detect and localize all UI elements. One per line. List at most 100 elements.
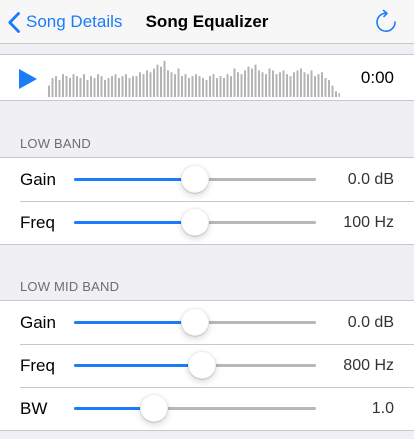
row-label: BW [20, 399, 48, 418]
waveform-bar [153, 68, 155, 97]
waveform-bar [167, 70, 169, 97]
waveform-bar [121, 76, 124, 97]
slider-thumb[interactable] [181, 208, 209, 236]
low-band-gain-slider[interactable] [74, 158, 316, 201]
waveform-bar [335, 91, 337, 97]
row-value: 100 Hz [343, 214, 394, 231]
waveform-bar [69, 78, 71, 97]
back-button-label: Song Details [26, 12, 123, 31]
waveform-bar [62, 74, 64, 97]
waveform-bar [233, 68, 236, 97]
waveform-bar [188, 78, 190, 97]
waveform-bar [125, 74, 127, 97]
waveform-bar [79, 78, 82, 97]
waveform-bar [209, 76, 211, 97]
waveform-bar [261, 72, 264, 97]
waveform-bar [149, 72, 152, 97]
waveform-bar [195, 74, 197, 97]
waveform-bar [100, 76, 103, 97]
low-mid-band-bw-slider[interactable] [74, 387, 316, 430]
slider-fill [74, 178, 195, 181]
waveform-bar [111, 76, 113, 97]
waveform-bar [212, 74, 215, 97]
waveform-bar [300, 68, 302, 97]
waveform-bar [321, 72, 323, 97]
waveform-bar [230, 76, 232, 97]
waveform-bar [254, 64, 257, 97]
waveform-bar [240, 74, 243, 97]
slider-thumb[interactable] [139, 394, 168, 422]
row-label: Gain [20, 313, 56, 332]
low-band-freq-slider[interactable] [74, 201, 316, 244]
waveform-bar [317, 74, 320, 97]
waveform-bar [51, 78, 54, 97]
waveform-bar [226, 74, 229, 97]
section-header-low-mid-band: LOW MID BAND [20, 279, 120, 294]
waveform-bar [258, 70, 260, 97]
waveform-bar [296, 70, 299, 97]
waveform-bar [191, 76, 194, 97]
waveform-bar [104, 79, 106, 97]
waveform-bar [237, 72, 239, 97]
slider-fill [74, 364, 203, 367]
waveform-bar [163, 60, 166, 97]
row-label: Freq [20, 213, 55, 232]
waveform-bar [76, 76, 78, 97]
waveform-bar [247, 66, 250, 97]
waveform-bar [314, 76, 316, 97]
waveform-bar [282, 70, 285, 97]
waveform-bar [205, 79, 208, 97]
waveform-bar [174, 74, 176, 97]
waveform-bar [272, 70, 274, 97]
low-mid-band-bw-row: BW 1.0 [0, 387, 414, 430]
waveform-bar [303, 72, 306, 97]
chevron-left-icon [8, 11, 20, 33]
waveform-bar [65, 76, 68, 97]
waveform-bar [118, 78, 120, 97]
low-mid-band-group: Gain 0.0 dB Freq 800 Hz BW 1.0 [0, 300, 414, 431]
waveform-bar [114, 74, 117, 97]
back-button[interactable]: Song Details [8, 0, 122, 44]
waveform-bar [275, 74, 278, 97]
waveform-bar [58, 79, 61, 97]
waveform-bar [198, 76, 201, 97]
waveform-bar [244, 70, 246, 97]
slider-thumb[interactable] [181, 165, 209, 193]
low-mid-band-freq-row: Freq 800 Hz [0, 344, 414, 387]
waveform-bar [83, 74, 85, 97]
low-mid-band-gain-row: Gain 0.0 dB [0, 301, 414, 344]
slider-thumb[interactable] [188, 351, 217, 379]
refresh-icon[interactable] [374, 9, 400, 35]
waveform-bar [310, 70, 313, 97]
waveform-bar [331, 85, 334, 97]
waveform-bar [279, 72, 281, 97]
waveform-bar [251, 68, 253, 97]
low-mid-band-freq-slider[interactable] [74, 344, 316, 387]
slider-thumb[interactable] [181, 308, 209, 336]
slider-fill [74, 221, 195, 224]
waveform-bar [338, 93, 340, 97]
waveform-bar [86, 79, 89, 97]
row-label: Gain [20, 170, 56, 189]
waveform-bar [286, 74, 288, 97]
waveform-bar [216, 78, 218, 97]
waveform-bar [289, 76, 292, 97]
waveform-bar [184, 74, 187, 97]
row-value: 1.0 [371, 400, 394, 417]
waveform-bar [268, 68, 271, 97]
row-value: 0.0 dB [347, 314, 394, 331]
section-header-low-band: LOW BAND [20, 136, 91, 151]
waveform-bar [219, 76, 222, 97]
waveform[interactable] [48, 59, 340, 97]
waveform-bar [293, 72, 295, 97]
playback-time: 0:00 [360, 68, 394, 87]
waveform-bar [328, 79, 330, 97]
low-mid-band-gain-slider[interactable] [74, 301, 316, 344]
waveform-bar [72, 74, 75, 97]
waveform-bar [128, 78, 131, 97]
waveform-bar [142, 74, 145, 97]
play-icon[interactable] [18, 68, 38, 90]
waveform-bar [90, 76, 92, 97]
slider-fill [74, 321, 195, 324]
low-band-group: Gain 0.0 dB Freq 100 Hz [0, 157, 414, 245]
